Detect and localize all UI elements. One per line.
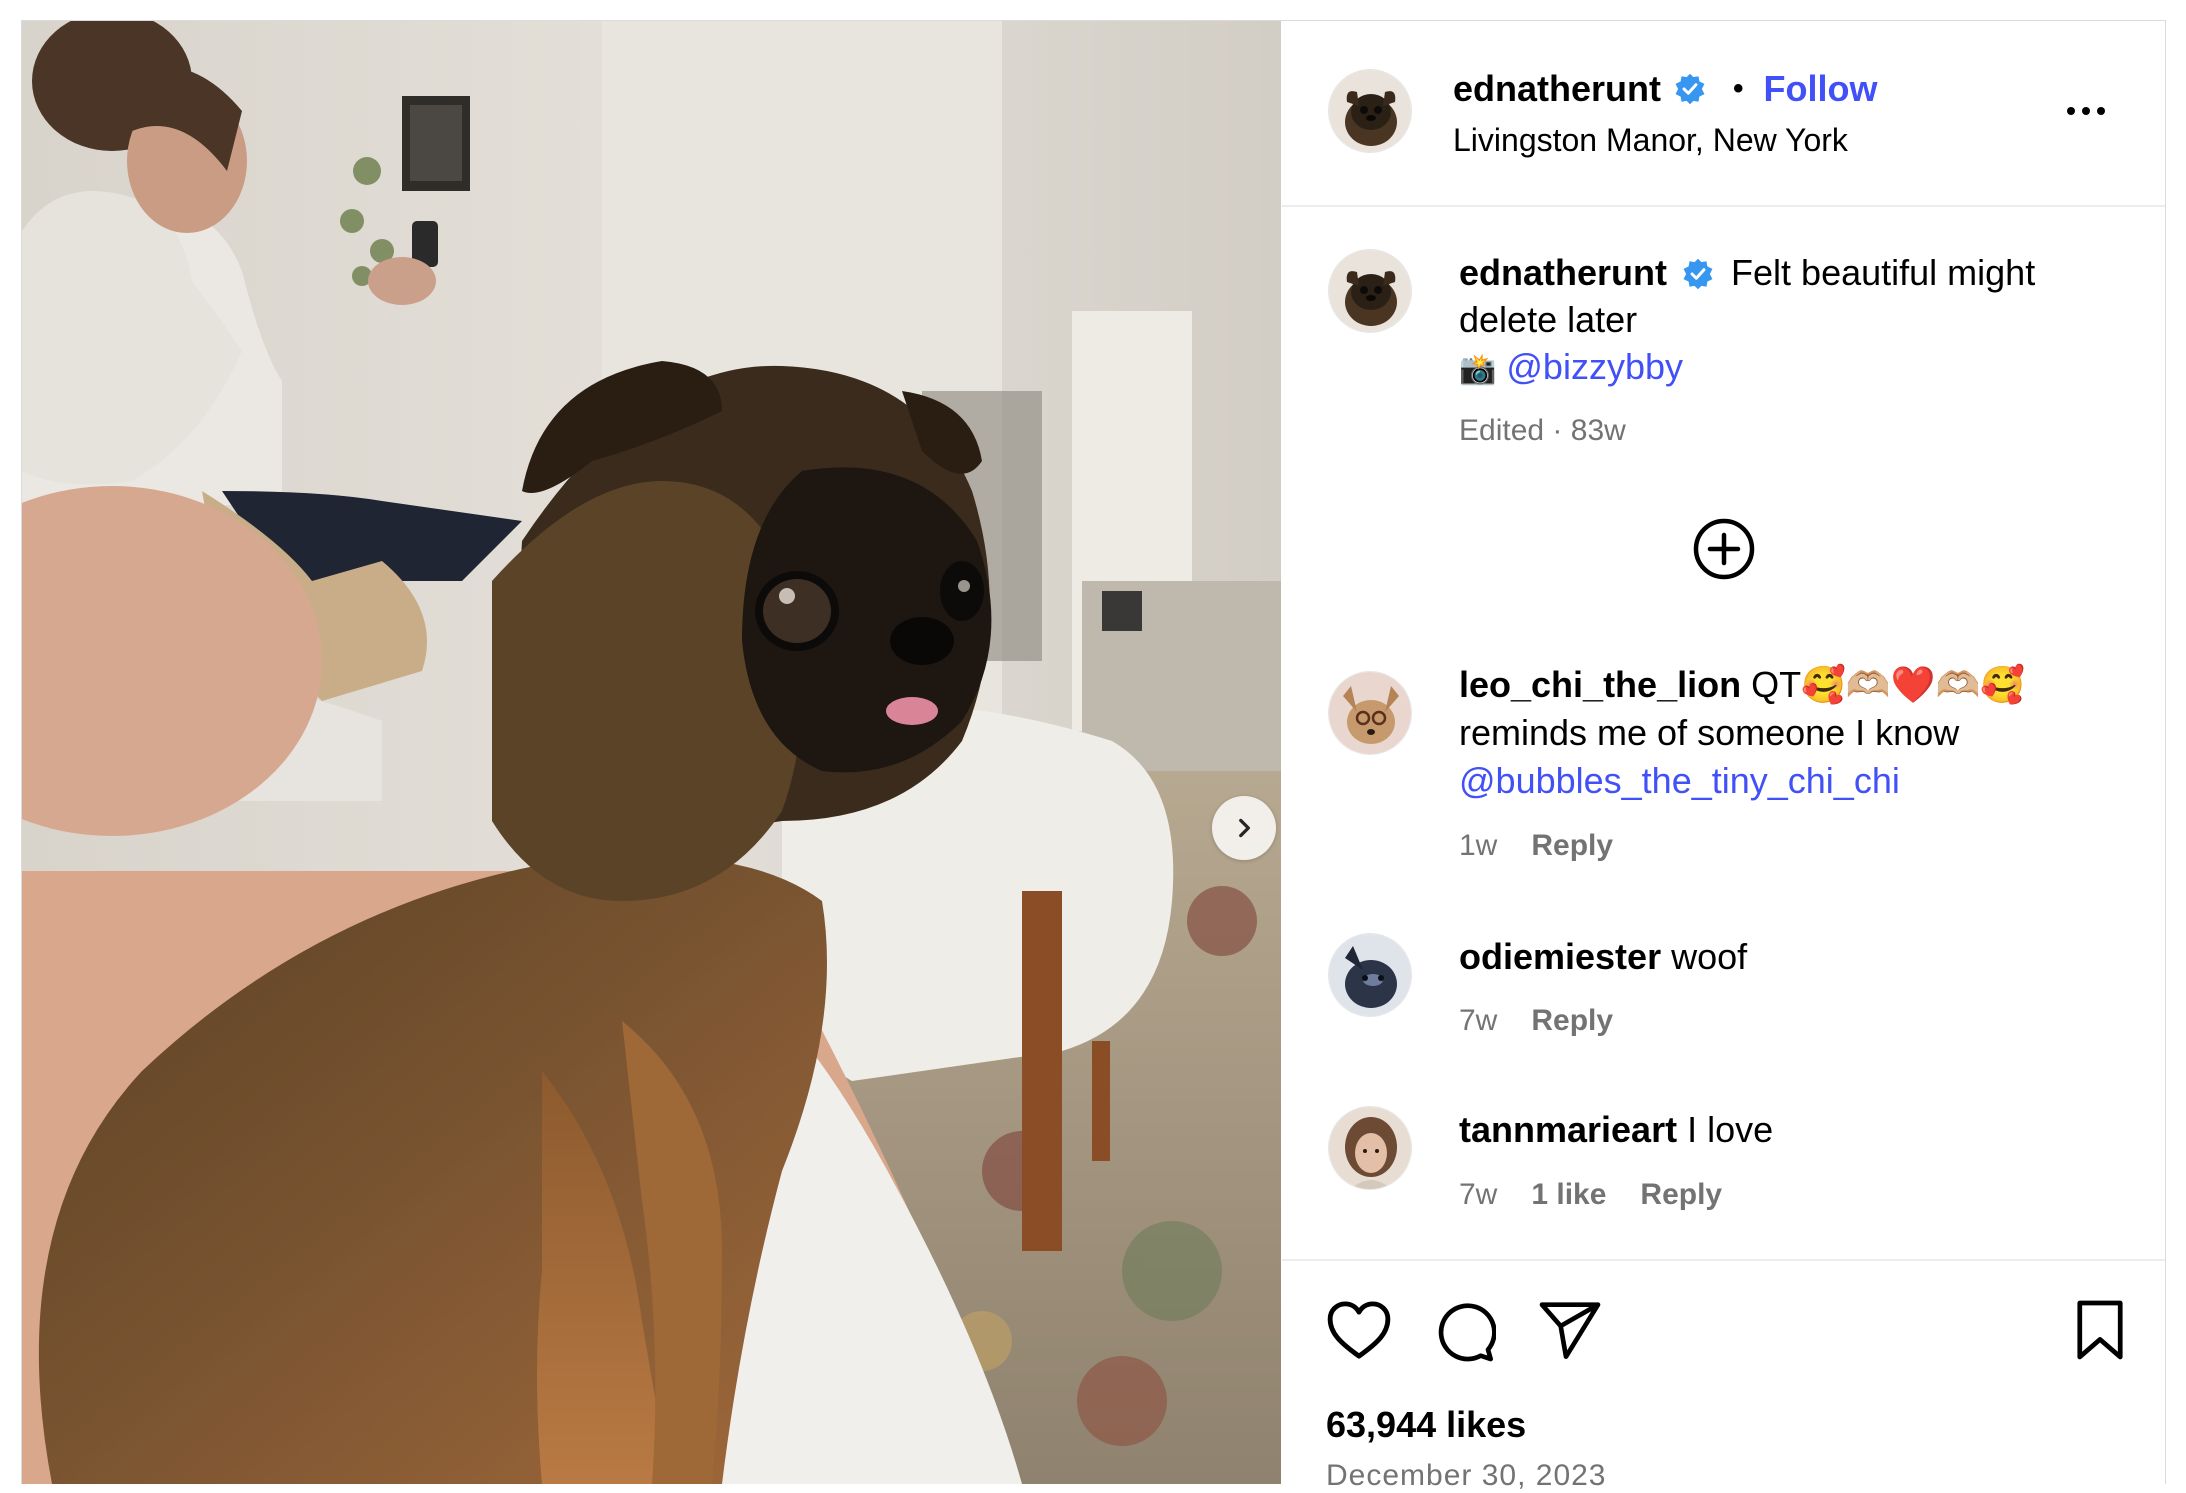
comment-age[interactable]: 7w <box>1459 1004 1497 1038</box>
comment-mention[interactable]: @bubbles_the_tiny_chi_chi <box>1459 760 1900 801</box>
comment-age[interactable]: 1w <box>1459 829 1497 863</box>
author-username[interactable]: ednatherunt <box>1453 67 1661 111</box>
caption-username[interactable]: ednatherunt <box>1459 252 1667 293</box>
comment-username[interactable]: tannmarieart <box>1459 1109 1677 1150</box>
header-user-line: ednatherunt • Follow <box>1453 67 1878 111</box>
comment-item: leo_chi_the_lion QT🥰🫶🏼❤️🫶🏼🥰 reminds me o… <box>1459 661 2099 805</box>
comment-meta: 7w 1 like Reply <box>1459 1178 1722 1212</box>
commenter-avatar[interactable] <box>1328 933 1412 1017</box>
actions-divider <box>1282 1259 2165 1261</box>
likes-count[interactable]: 63,944 likes <box>1326 1404 1526 1446</box>
header-separator: • <box>1733 72 1744 105</box>
commenter-avatar[interactable] <box>1328 671 1412 755</box>
dog-avatar-image <box>1329 250 1411 332</box>
reply-button[interactable]: Reply <box>1640 1178 1722 1212</box>
header-divider <box>1282 205 2165 207</box>
verified-badge-icon <box>1675 73 1705 105</box>
post-side-panel: ednatherunt • Follow Livingston Manor, N… <box>1282 21 2165 1492</box>
dog-avatar-image <box>1329 70 1411 152</box>
post-caption: ednatherunt Felt beautiful might delete … <box>1459 249 2099 454</box>
next-photo-button[interactable] <box>1212 796 1276 860</box>
comment-text: woof <box>1671 936 1748 977</box>
heart-icon[interactable] <box>1326 1299 1392 1361</box>
follow-button[interactable]: Follow <box>1764 67 1878 111</box>
comment-meta: 1w Reply <box>1459 829 1613 863</box>
verified-badge-icon <box>1683 258 1713 290</box>
chihuahua-avatar-image <box>1329 672 1411 754</box>
caption-meta: Edited · 83w <box>1459 407 2099 454</box>
post-location[interactable]: Livingston Manor, New York <box>1453 120 1848 160</box>
dog-avatar-image <box>1329 934 1411 1016</box>
author-avatar[interactable] <box>1328 69 1412 153</box>
post-age[interactable]: 83w <box>1571 414 1626 447</box>
bookmark-icon[interactable] <box>2074 1299 2126 1361</box>
meta-separator: · <box>1552 414 1563 447</box>
comment-username[interactable]: leo_chi_the_lion <box>1459 664 1741 705</box>
reply-button[interactable]: Reply <box>1531 829 1613 863</box>
person-avatar-image <box>1329 1107 1411 1189</box>
edited-label: Edited <box>1459 414 1545 447</box>
comment-item: odiemiester woof <box>1459 933 2099 981</box>
caption-mention[interactable]: @bizzybby <box>1506 346 1683 387</box>
send-paper-plane-icon[interactable] <box>1538 1299 1602 1361</box>
comment-bubble-icon[interactable] <box>1432 1299 1496 1363</box>
comment-age[interactable]: 7w <box>1459 1178 1497 1212</box>
comment-meta: 7w Reply <box>1459 1004 1613 1038</box>
comment-likes[interactable]: 1 like <box>1531 1178 1606 1212</box>
comment-text: I love <box>1687 1109 1774 1150</box>
post-date[interactable]: December 30, 2023 <box>1326 1459 1607 1493</box>
add-circle-icon[interactable] <box>1692 517 1756 581</box>
reply-button[interactable]: Reply <box>1531 1004 1613 1038</box>
camera-emoji: 📸 <box>1459 352 1497 387</box>
caption-author-avatar[interactable] <box>1328 249 1412 333</box>
comment-username[interactable]: odiemiester <box>1459 936 1661 977</box>
chevron-right-icon <box>1239 818 1250 838</box>
post-photo[interactable] <box>22 21 1281 1484</box>
dog-photo-illustration <box>22 21 1281 1484</box>
commenter-avatar[interactable] <box>1328 1106 1412 1190</box>
more-options-icon[interactable] <box>2067 107 2105 115</box>
comment-item: tannmarieart I love <box>1459 1106 2099 1154</box>
